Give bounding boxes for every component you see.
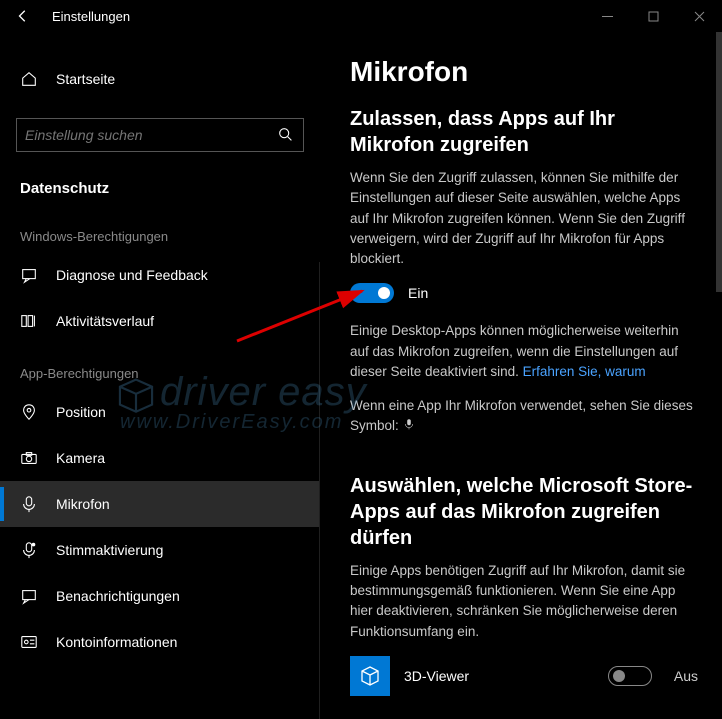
allow-apps-toggle-state: Ein [408,285,428,301]
voice-icon [20,541,38,559]
symbol-note: Wenn eine App Ihr Mikrofon verwendet, se… [350,396,698,437]
sidebar-item-activity[interactable]: Aktivitätsverlauf [0,298,320,344]
sidebar-item-label: Aktivitätsverlauf [56,313,154,329]
section-store-heading: Auswählen, welche Microsoft Store-Apps a… [350,473,698,551]
sidebar-home-label: Startseite [56,71,115,87]
window-title: Einstellungen [52,9,130,24]
account-icon [20,633,38,651]
section-allow-heading: Zulassen, dass Apps auf Ihr Mikrofon zug… [350,106,698,158]
activity-icon [20,312,38,330]
maximize-button[interactable] [630,0,676,32]
sidebar-item-label: Position [56,404,106,420]
app-name: 3D-Viewer [404,668,594,684]
section-store-body: Einige Apps benötigen Zugriff auf Ihr Mi… [350,561,698,642]
home-icon [20,70,38,88]
sidebar-home[interactable]: Startseite [0,58,320,100]
page-title: Mikrofon [350,56,698,88]
sidebar-group-apps: App-Berechtigungen [0,344,320,389]
learn-why-link[interactable]: Erfahren Sie, warum [523,364,646,379]
sidebar-item-label: Kamera [56,450,105,466]
back-button[interactable] [8,0,38,32]
feedback-icon [20,266,38,284]
minimize-button[interactable] [584,0,630,32]
microphone-indicator-icon [403,417,415,437]
sidebar-item-location[interactable]: Position [0,389,320,435]
location-icon [20,403,38,421]
desktop-apps-note: Einige Desktop-Apps können möglicherweis… [350,321,698,382]
sidebar-item-label: Benachrichtigungen [56,588,180,604]
sidebar-item-diagnostics[interactable]: Diagnose und Feedback [0,252,320,298]
microphone-icon [20,495,38,513]
sidebar-item-label: Mikrofon [56,496,110,512]
sidebar-item-camera[interactable]: Kamera [0,435,320,481]
sidebar-item-label: Kontoinformationen [56,634,177,650]
allow-apps-toggle[interactable] [350,283,394,303]
app-row-3dviewer: 3D-Viewer Aus [350,656,698,696]
app-toggle-state: Aus [674,668,698,684]
sidebar-item-label: Stimmaktivierung [56,542,163,558]
window-controls [584,0,722,32]
main-content: Mikrofon Zulassen, dass Apps auf Ihr Mik… [320,32,722,719]
sidebar-item-microphone[interactable]: Mikrofon [0,481,320,527]
sidebar-divider [319,262,320,719]
sidebar-group-windows: Windows-Berechtigungen [0,207,320,252]
search-icon [277,126,295,144]
sidebar-item-account-info[interactable]: Kontoinformationen [0,619,320,665]
scrollbar[interactable] [716,32,722,292]
notifications-icon [20,587,38,605]
app-toggle-3dviewer[interactable] [608,666,652,686]
sidebar-item-label: Diagnose und Feedback [56,267,208,283]
section-allow-body: Wenn Sie den Zugriff zulassen, können Si… [350,168,698,269]
sidebar-item-notifications[interactable]: Benachrichtigungen [0,573,320,619]
sidebar-item-voice-activation[interactable]: Stimmaktivierung [0,527,320,573]
sidebar-category: Datenschutz [0,168,320,207]
search-input[interactable] [25,127,277,143]
camera-icon [20,449,38,467]
titlebar: Einstellungen [0,0,722,32]
sidebar: Startseite Datenschutz Windows-Berechtig… [0,32,320,719]
app-icon-3dviewer [350,656,390,696]
search-box[interactable] [16,118,304,152]
close-button[interactable] [676,0,722,32]
